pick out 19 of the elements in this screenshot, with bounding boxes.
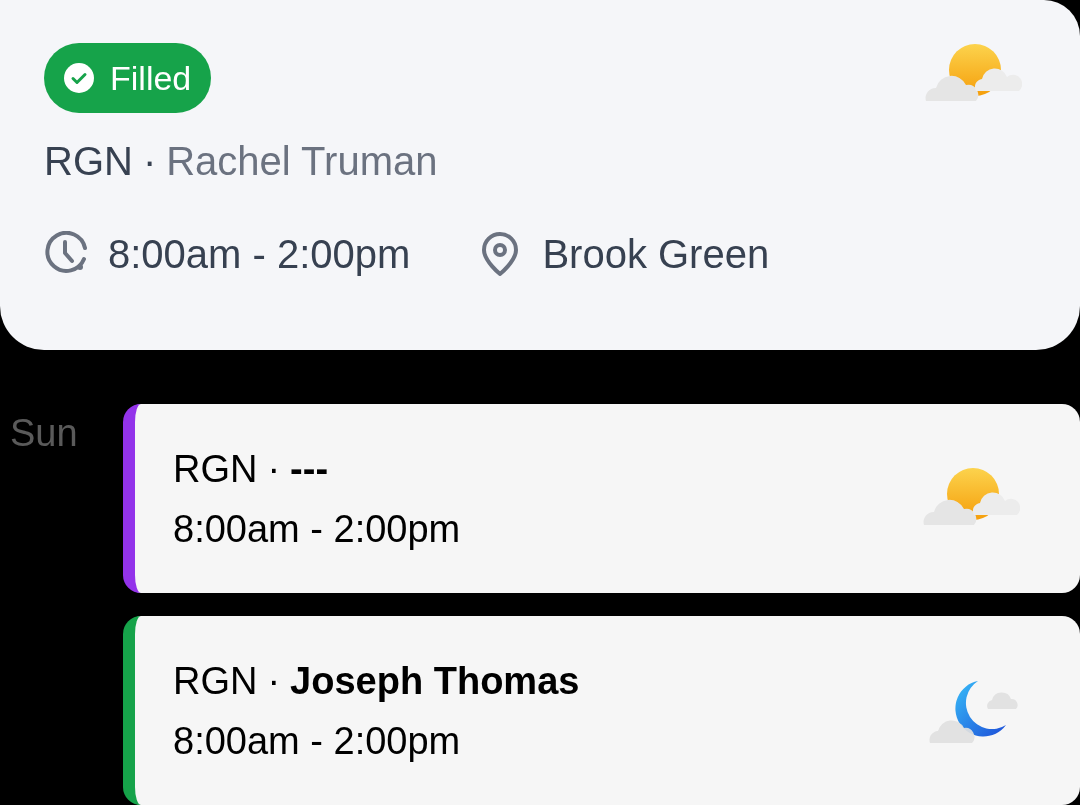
shift-time: 8:00am - 2:00pm: [108, 234, 411, 274]
role-label: RGN: [173, 661, 258, 700]
check-circle-icon: [64, 63, 94, 93]
shift-card[interactable]: RGN · --- 8:00am - 2:00pm: [123, 404, 1080, 593]
assignee-name: Rachel Truman: [166, 141, 438, 181]
separator-dot: ·: [142, 141, 157, 181]
shift-card[interactable]: RGN · Joseph Thomas 8:00am - 2:00pm: [123, 616, 1080, 805]
status-badge: Filled: [44, 43, 212, 113]
location-pin-icon: [480, 232, 521, 276]
separator-dot: ·: [267, 449, 281, 488]
location-label: Brook Green: [542, 234, 770, 274]
shift-time: 8:00am - 2:00pm: [173, 509, 461, 548]
assignee-name: ---: [290, 449, 329, 488]
shift-time: 8:00am - 2:00pm: [173, 721, 462, 760]
role-label: RGN: [44, 141, 133, 181]
day-label: Sun: [10, 412, 78, 454]
role-label: RGN: [173, 449, 258, 488]
assignee-name: Joseph Thomas: [290, 661, 580, 700]
separator-dot: ·: [267, 661, 281, 700]
